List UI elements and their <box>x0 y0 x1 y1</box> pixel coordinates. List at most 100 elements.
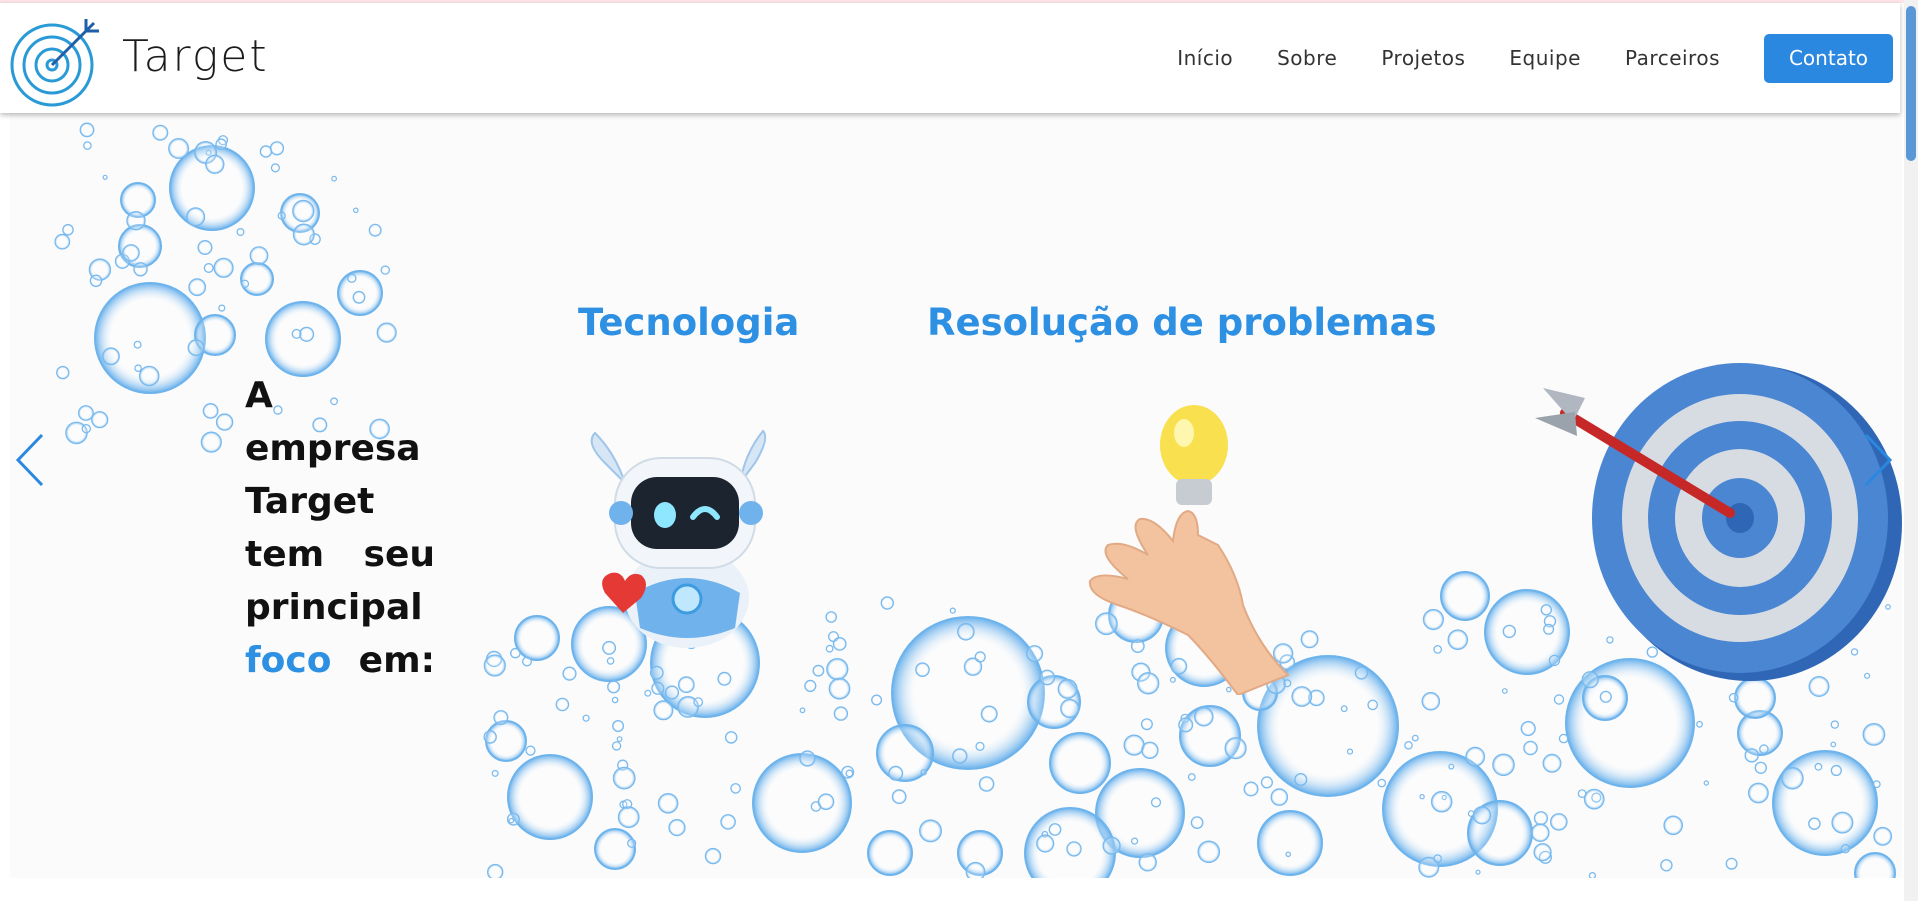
bubble-small <box>1831 811 1854 834</box>
bubble-small <box>724 731 738 744</box>
bubble-small <box>693 697 704 707</box>
bubble-small <box>1026 645 1044 663</box>
lead-word: principal <box>245 587 423 628</box>
bubble <box>1772 750 1878 856</box>
bubble-small <box>215 138 227 150</box>
bubble-small <box>653 700 674 721</box>
bubble-small <box>200 431 222 453</box>
bubble-small <box>1808 817 1821 830</box>
dartboard-arrow-icon <box>1535 363 1902 681</box>
bubble-small <box>291 328 302 339</box>
scrollbar-thumb[interactable] <box>1906 6 1916 161</box>
chevron-right-icon[interactable] <box>1856 430 1896 490</box>
bubble-small <box>1465 746 1486 767</box>
bubble-small <box>299 326 315 342</box>
bubble-small <box>1294 772 1308 786</box>
bubble-small <box>1542 753 1562 773</box>
bubble-small <box>1130 837 1139 845</box>
robot-heart-icon <box>590 429 767 648</box>
bubble-small <box>1285 851 1292 858</box>
chevron-left-icon[interactable] <box>12 430 52 490</box>
bubble-small <box>91 411 109 429</box>
bubble-small <box>152 124 169 141</box>
bubble-small <box>606 657 615 665</box>
bubble-small <box>1178 717 1194 733</box>
bubble-small <box>269 141 285 156</box>
bubble-small <box>611 696 619 704</box>
bubble-small <box>1492 753 1515 777</box>
bubble-small <box>1663 815 1683 836</box>
bubble-small <box>292 223 315 246</box>
bubble <box>507 754 593 840</box>
bubble-small <box>1501 688 1508 694</box>
bubble-small <box>644 689 652 697</box>
bubble-small <box>1404 740 1413 750</box>
bubble-small <box>1138 853 1157 872</box>
nav-parceiros[interactable]: Parceiros <box>1625 46 1720 70</box>
bubble-small <box>380 265 390 275</box>
bubble-small <box>1523 740 1538 756</box>
bubble-small <box>804 679 817 693</box>
heading-resolucao: Resolução de problemas <box>927 301 1437 344</box>
bubble-small <box>168 138 190 159</box>
bubble-small <box>965 861 986 878</box>
bubble-small <box>1781 766 1804 790</box>
bubble-small <box>89 274 103 288</box>
bubble-small <box>1448 763 1455 770</box>
nav-equipe[interactable]: Equipe <box>1509 46 1581 70</box>
brand-name[interactable]: Target <box>122 31 269 82</box>
bubble-small <box>825 611 837 623</box>
nav-projetos[interactable]: Projetos <box>1381 46 1465 70</box>
bubble-small <box>833 706 849 721</box>
heading-tecnologia: Tecnologia <box>578 301 800 344</box>
bubble-small <box>331 175 338 182</box>
bubble-small <box>1433 645 1443 654</box>
bubble-small <box>1260 776 1274 789</box>
lead-word: Target <box>245 481 375 522</box>
bubble-small <box>1814 762 1823 771</box>
bubble-small <box>187 339 205 357</box>
nav-inicio[interactable]: Início <box>1177 46 1233 70</box>
bubble-small <box>1187 773 1196 781</box>
bubble-small <box>56 365 70 380</box>
bubble-small <box>126 210 146 231</box>
bubble-small <box>611 741 622 751</box>
bubble-small <box>1583 788 1605 810</box>
bubble-small <box>213 257 234 278</box>
bubble-small <box>949 607 956 614</box>
bubble-small <box>525 745 536 756</box>
bubble-small <box>133 340 142 349</box>
bubble-small <box>133 262 148 277</box>
bubble-small <box>1060 698 1080 719</box>
bubble <box>1049 732 1111 794</box>
bubble-small <box>205 154 225 174</box>
bubble-small <box>617 806 640 829</box>
bubble-small <box>270 163 280 173</box>
bubble-small <box>218 304 226 312</box>
scrollbar[interactable] <box>1904 0 1918 901</box>
bubble-small <box>649 665 664 680</box>
contato-button[interactable]: Contato <box>1764 33 1893 83</box>
bubble-small <box>1194 706 1214 727</box>
bubble-small <box>582 714 590 722</box>
bubble-small <box>668 818 686 837</box>
bubble-small <box>1102 836 1121 855</box>
bubble-small <box>1367 699 1378 711</box>
bubble-small <box>54 233 71 250</box>
bubble-small <box>1421 691 1441 711</box>
bubble-small <box>1243 781 1259 797</box>
bubble-small <box>832 637 847 651</box>
bubble-small <box>1660 859 1673 872</box>
bubble-small <box>826 657 849 681</box>
bubble-small <box>1141 741 1159 760</box>
bubble <box>1440 571 1490 621</box>
bubble-small <box>62 224 74 236</box>
bubble-small <box>657 792 679 814</box>
bubble-small <box>1558 733 1569 744</box>
target-arrow-icon[interactable] <box>10 17 100 107</box>
nav-sobre[interactable]: Sobre <box>1277 46 1337 70</box>
bubble-small <box>1830 720 1840 729</box>
bubble-small <box>664 685 680 700</box>
bubble-small <box>828 677 851 700</box>
bubble-small <box>1744 748 1759 763</box>
